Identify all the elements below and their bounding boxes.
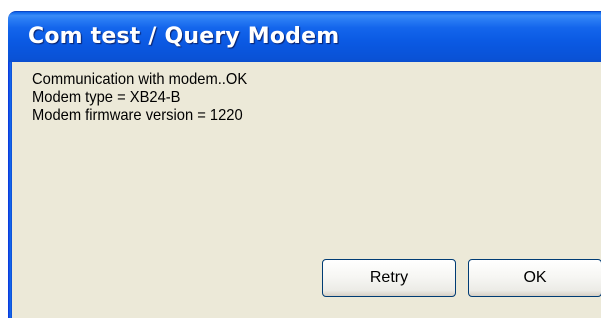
status-line-communication: Communication with modem..OK — [32, 71, 248, 88]
dialog-window: Com test / Query Modem Communication wit… — [0, 0, 601, 318]
retry-button[interactable]: Retry — [322, 259, 456, 297]
status-line-modem-type: Modem type = XB24-B — [32, 89, 181, 106]
message-text: Communication with modem..OK Modem type … — [32, 71, 247, 125]
dialog-title: Com test / Query Modem — [28, 24, 340, 49]
ok-button[interactable]: OK — [468, 259, 601, 297]
status-line-firmware-version: Modem firmware version = 1220 — [32, 107, 243, 124]
dialog-body: Communication with modem..OK Modem type … — [12, 62, 601, 318]
title-bar[interactable]: Com test / Query Modem — [8, 11, 601, 64]
